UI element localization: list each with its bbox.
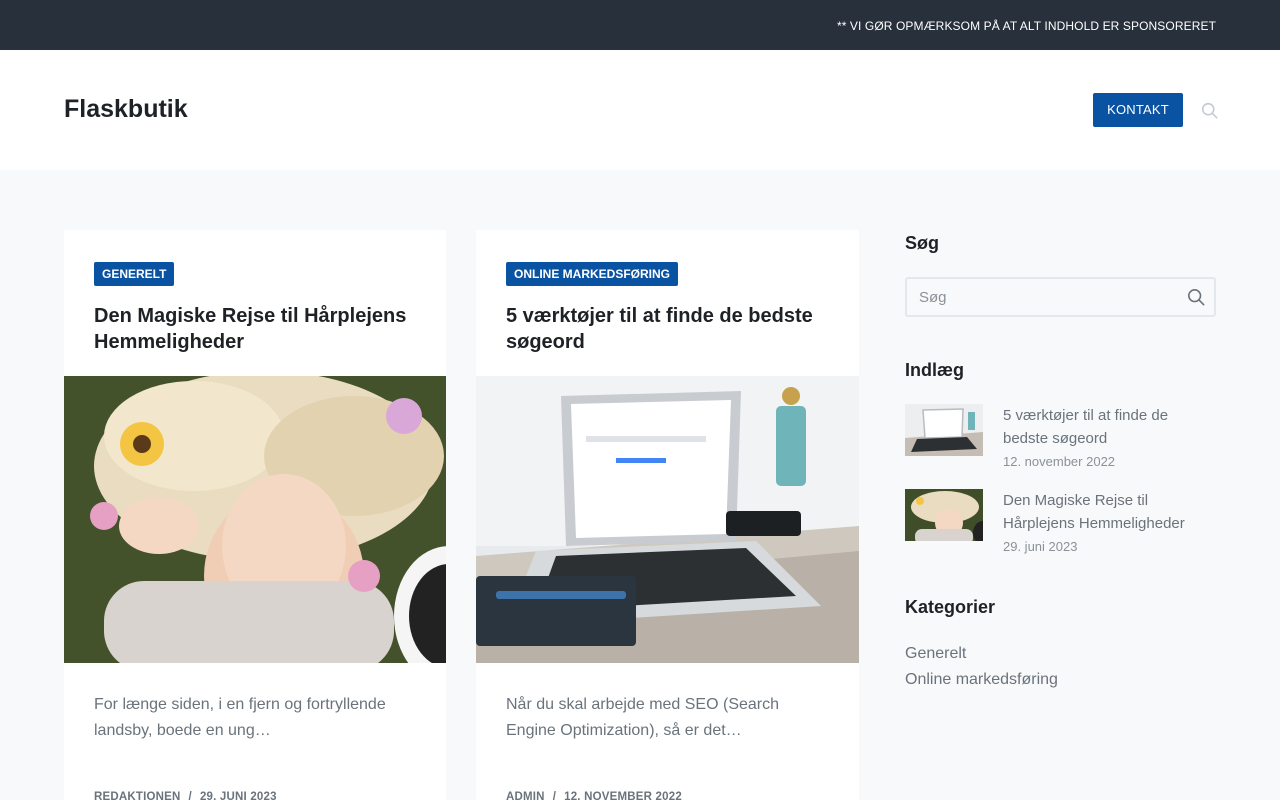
post-title[interactable]: Den Magiske Rejse til Hårplejens Hemmeli…: [94, 303, 424, 355]
recent-post-item: 5 værktøjer til at finde de bedste søgeo…: [905, 404, 1216, 474]
category-link-generelt[interactable]: Generelt: [905, 645, 966, 663]
post-author[interactable]: REDAKTIONEN: [94, 791, 181, 800]
recent-post-date: 12. november 2022: [1003, 454, 1116, 469]
recent-post-item: Den Magiske Rejse til Hårplejens Hemmeli…: [905, 489, 1216, 559]
contact-button[interactable]: KONTAKT: [1093, 93, 1183, 127]
post-meta: REDAKTIONEN/29. JUNI 2023: [94, 791, 277, 800]
recent-posts-heading: Indlæg: [905, 360, 964, 380]
top-notice-bar: ** VI GØR OPMÆRKSOM PÅ AT ALT INDHOLD ER…: [0, 0, 1280, 50]
category-badge[interactable]: ONLINE MARKEDSFØRING: [506, 262, 678, 286]
recent-post-title[interactable]: Den Magiske Rejse til Hårplejens Hemmeli…: [1003, 489, 1208, 535]
search-icon[interactable]: [1201, 102, 1218, 119]
search-input[interactable]: [919, 279, 1169, 315]
search-widget-heading: Søg: [905, 233, 939, 253]
site-header: Flaskbutik KONTAKT: [0, 50, 1280, 170]
categories-heading: Kategorier: [905, 597, 996, 617]
search-box: [905, 277, 1216, 317]
search-icon[interactable]: [1187, 288, 1205, 306]
post-date: 29. JUNI 2023: [199, 791, 277, 800]
category-badge[interactable]: GENERELT: [94, 262, 175, 286]
recent-post-date: 29. juni 2023: [1003, 539, 1078, 554]
post-excerpt: Når du skal arbejde med SEO (Search Engi…: [506, 696, 780, 739]
post-excerpt: For længe siden, i en fjern og fortrylle…: [94, 696, 386, 739]
post-thumbnail[interactable]: [905, 404, 983, 456]
post-card: GENERELT Den Magiske Rejse til Hårplejen…: [64, 230, 446, 800]
post-thumbnail[interactable]: [905, 489, 983, 541]
post-title[interactable]: 5 værktøjer til at finde de bedste søgeo…: [506, 303, 836, 355]
sponsor-notice: ** VI GØR OPMÆRKSOM PÅ AT ALT INDHOLD ER…: [836, 19, 1216, 33]
recent-post-title[interactable]: 5 værktøjer til at finde de bedste søgeo…: [1003, 404, 1208, 450]
post-image-laptop[interactable]: [476, 376, 859, 663]
site-title[interactable]: Flaskbutik: [64, 95, 188, 124]
post-author[interactable]: ADMIN: [506, 791, 545, 800]
post-meta: ADMIN/12. NOVEMBER 2022: [506, 791, 682, 800]
post-image-hair[interactable]: [64, 376, 446, 663]
category-link-online-markedsforing[interactable]: Online markedsføring: [905, 671, 1058, 689]
post-card: ONLINE MARKEDSFØRING 5 værktøjer til at …: [476, 230, 859, 800]
post-date: 12. NOVEMBER 2022: [564, 791, 682, 800]
